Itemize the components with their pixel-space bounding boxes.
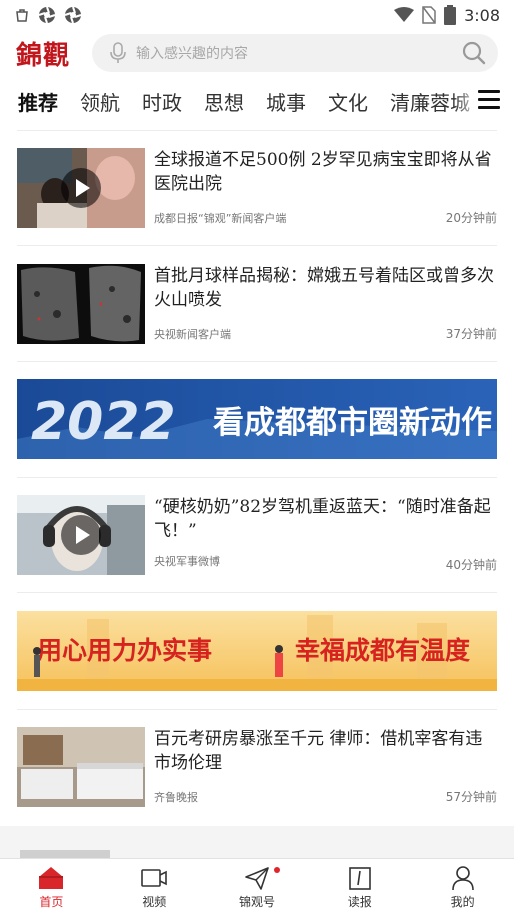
nav-label: 读报: [347, 895, 372, 909]
news-time: 37分钟前: [445, 327, 497, 341]
clock: 3:08: [464, 5, 500, 25]
wifi-icon: [394, 7, 415, 22]
notification-dot: [273, 867, 280, 873]
battery-icon: [444, 5, 457, 25]
banner-year: 2022: [31, 392, 176, 452]
home-icon: [39, 867, 64, 889]
divider: [17, 130, 497, 131]
play-icon: [61, 515, 101, 555]
app-logo[interactable]: 錦觀: [16, 35, 88, 72]
notification-bag-icon: [16, 9, 28, 22]
user-icon: [451, 866, 474, 891]
bottom-navigation: 首页 视频 锦观号 读报 我的: [0, 858, 514, 915]
search-icon[interactable]: [462, 41, 486, 65]
nav-video[interactable]: 视频: [103, 859, 206, 915]
divider: [17, 245, 497, 246]
no-sim-icon: [422, 6, 436, 24]
channel-menu-icon[interactable]: [478, 90, 500, 110]
news-thumbnail[interactable]: [17, 727, 145, 807]
nav-home[interactable]: 首页: [0, 859, 103, 915]
channel-tabs: 推荐 领航 时政 思想 城事 文化 清廉蓉城: [0, 78, 514, 124]
tab-thought[interactable]: 思想: [204, 87, 244, 116]
section-separator: [0, 826, 514, 858]
promo-banner[interactable]: 用心用力办实事 幸福成都有温度: [17, 611, 497, 691]
nav-jinguanhao[interactable]: 锦观号: [206, 859, 309, 915]
news-thumbnail[interactable]: [17, 264, 145, 344]
news-source: 齐鲁晚报: [154, 791, 198, 804]
search-bar[interactable]: 输入感兴趣的内容: [92, 34, 498, 72]
news-source: 央视军事微博: [154, 555, 220, 568]
nav-label: 锦观号: [238, 895, 275, 909]
banner-slogan-right: 幸福成都有温度: [295, 636, 470, 665]
news-time: 20分钟前: [445, 211, 497, 225]
microphone-icon[interactable]: [110, 42, 126, 64]
nav-label: 视频: [142, 895, 167, 909]
search-input[interactable]: 输入感兴趣的内容: [136, 43, 462, 63]
app-notification-icon: [64, 6, 82, 24]
news-thumbnail[interactable]: [17, 148, 145, 228]
tab-recommend[interactable]: 推荐: [18, 87, 58, 116]
news-item[interactable]: “硬核奶奶”82岁驾机重返蓝天：“随时准备起飞！” 央视军事微博 40分钟前: [17, 495, 497, 575]
news-time: 40分钟前: [445, 558, 497, 572]
divider: [17, 477, 497, 478]
tab-navigation[interactable]: 领航: [80, 87, 120, 116]
news-source: 成都日报“锦观”新闻客户端: [154, 212, 287, 225]
news-title[interactable]: 全球报道不足500例 2岁罕见病宝宝即将从省医院出院: [154, 148, 497, 196]
news-source: 央视新闻客户端: [154, 328, 231, 341]
nav-label: 我的: [450, 895, 475, 909]
newspaper-icon: [348, 867, 371, 890]
news-title[interactable]: “硬核奶奶”82岁驾机重返蓝天：“随时准备起飞！”: [154, 495, 497, 543]
news-item[interactable]: 全球报道不足500例 2岁罕见病宝宝即将从省医院出院 成都日报“锦观”新闻客户端…: [17, 148, 497, 228]
tab-culture[interactable]: 文化: [328, 87, 368, 116]
nav-label: 首页: [39, 895, 64, 909]
tab-city[interactable]: 城事: [266, 87, 306, 116]
video-icon: [141, 869, 167, 887]
news-item[interactable]: 首批月球样品揭秘：嫦娥五号着陆区或曾多次火山喷发 央视新闻客户端 37分钟前: [17, 264, 497, 344]
divider: [17, 361, 497, 362]
banner-slogan-left: 用心用力办实事: [37, 636, 212, 665]
news-title[interactable]: 首批月球样品揭秘：嫦娥五号着陆区或曾多次火山喷发: [154, 264, 497, 312]
status-bar: 3:08: [0, 0, 514, 30]
nav-mine[interactable]: 我的: [411, 859, 514, 915]
promo-banner[interactable]: 2022 看成都都市圈新动作: [17, 379, 497, 459]
news-item[interactable]: 百元考研房暴涨至千元 律师：借机宰客有违市场伦理 齐鲁晚报 57分钟前: [17, 727, 497, 807]
news-thumbnail[interactable]: [17, 495, 145, 575]
divider: [17, 709, 497, 710]
news-time: 57分钟前: [445, 790, 497, 804]
news-title[interactable]: 百元考研房暴涨至千元 律师：借机宰客有违市场伦理: [154, 727, 497, 775]
divider: [17, 592, 497, 593]
tab-politics[interactable]: 时政: [142, 87, 182, 116]
paper-plane-icon: [245, 867, 269, 890]
app-header: 錦觀 输入感兴趣的内容: [0, 30, 514, 76]
banner-headline: 看成都都市圈新动作: [213, 405, 492, 441]
nav-read-paper[interactable]: 读报: [308, 859, 411, 915]
play-icon: [61, 168, 101, 208]
app-notification-icon: [38, 6, 56, 24]
